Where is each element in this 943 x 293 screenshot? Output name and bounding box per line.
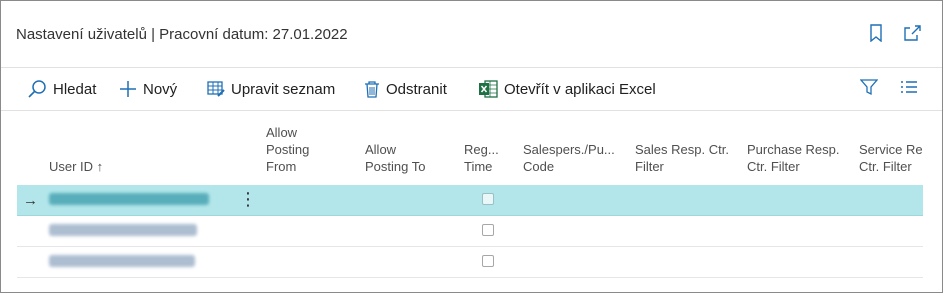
edit-list-button[interactable]: Upravit seznam xyxy=(207,78,335,100)
plus-icon xyxy=(120,81,136,97)
user-id-redacted[interactable] xyxy=(49,224,197,236)
column-header-allow-posting-to[interactable]: Allow Posting To xyxy=(365,111,425,185)
search-icon xyxy=(28,80,46,98)
grid-header: User ID ↑ Allow Posting From Allow Posti… xyxy=(17,111,923,185)
trash-icon xyxy=(365,81,379,98)
action-bar: Hledat Nový Upravit seznam Odstranit Ote… xyxy=(1,68,942,111)
delete-button[interactable]: Odstranit xyxy=(364,78,447,100)
register-time-checkbox[interactable] xyxy=(482,255,494,267)
user-id-redacted[interactable] xyxy=(49,193,209,205)
more-options-icon[interactable]: ⋮ xyxy=(239,189,257,209)
column-header-register-time[interactable]: Reg... Time xyxy=(464,111,499,185)
page-frame: Nastavení uživatelů | Pracovní datum: 27… xyxy=(0,0,943,293)
register-time-checkbox[interactable] xyxy=(482,224,494,236)
search-button-label: Hledat xyxy=(53,80,97,98)
register-time-checkbox[interactable] xyxy=(482,193,494,205)
delete-button-label: Odstranit xyxy=(386,80,447,98)
open-in-excel-button[interactable]: Otevřít v aplikaci Excel xyxy=(478,78,656,100)
edit-list-icon xyxy=(207,81,225,97)
open-in-excel-button-label: Otevřít v aplikaci Excel xyxy=(504,80,656,98)
new-button[interactable]: Nový xyxy=(119,78,177,100)
open-new-window-icon[interactable] xyxy=(902,23,922,43)
page-header: Nastavení uživatelů | Pracovní datum: 27… xyxy=(1,1,942,68)
list-view-icon[interactable] xyxy=(900,78,918,101)
table-row[interactable]: → ⋮ xyxy=(17,185,923,216)
excel-icon xyxy=(479,80,498,98)
column-header-sales-resp-filter[interactable]: Sales Resp. Ctr. Filter xyxy=(635,111,729,185)
column-header-salesperson-code[interactable]: Salespers./Pu... Code xyxy=(523,111,615,185)
page-title: Nastavení uživatelů | Pracovní datum: 27… xyxy=(16,26,348,43)
bookmark-icon[interactable] xyxy=(866,23,886,43)
column-header-allow-posting-from[interactable]: Allow Posting From xyxy=(266,111,309,185)
table-row[interactable] xyxy=(17,216,923,247)
search-button[interactable]: Hledat xyxy=(27,78,96,100)
edit-list-button-label: Upravit seznam xyxy=(231,80,336,98)
column-header-purchase-resp-filter[interactable]: Purchase Resp. Ctr. Filter xyxy=(747,111,840,185)
table-row[interactable] xyxy=(17,247,923,278)
new-button-label: Nový xyxy=(143,80,178,98)
filter-icon[interactable] xyxy=(859,78,879,101)
column-header-service-resp-filter[interactable]: Service Res Ctr. Filter xyxy=(859,111,923,185)
column-header-user-id[interactable]: User ID ↑ xyxy=(49,111,103,185)
row-selected-arrow-icon: → xyxy=(23,192,38,209)
user-id-redacted[interactable] xyxy=(49,255,195,267)
